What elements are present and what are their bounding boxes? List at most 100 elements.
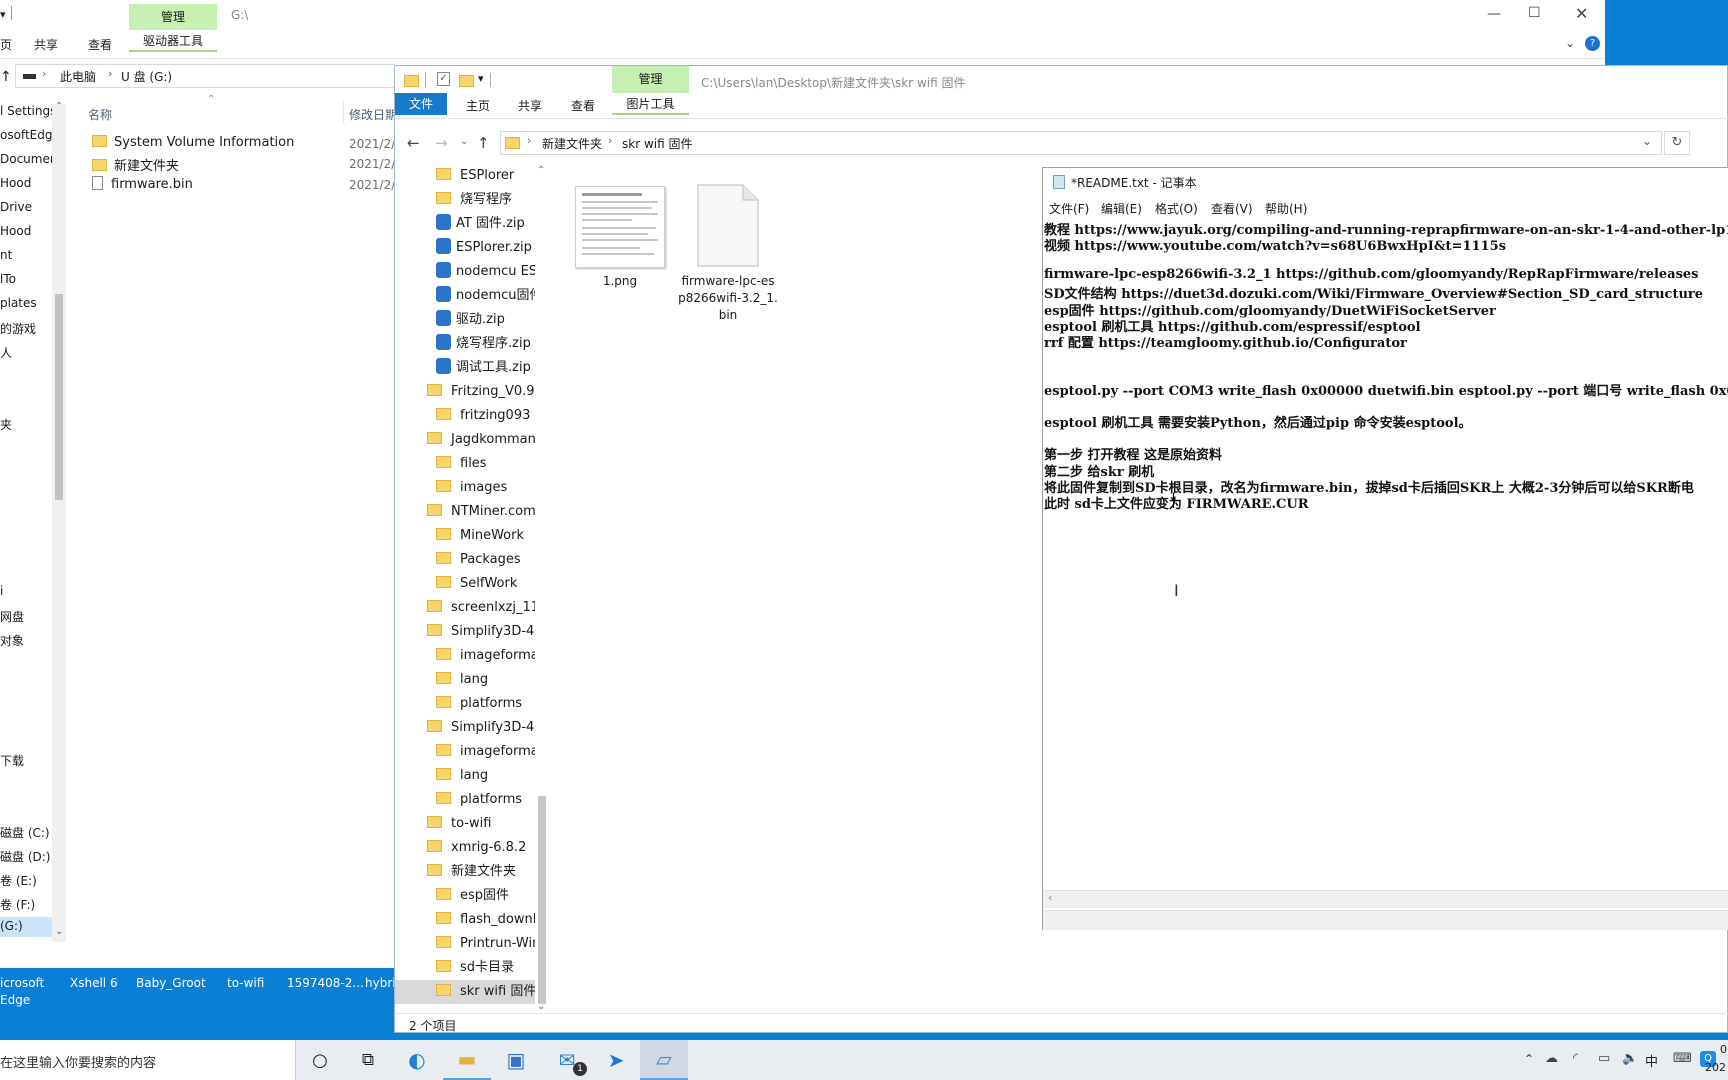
tree-item[interactable]: xmrig-6.8.2 <box>395 836 535 860</box>
menu-file[interactable]: 文件(F) <box>1049 200 1089 217</box>
help-icon[interactable]: ? <box>1585 36 1600 51</box>
image-thumbnail[interactable] <box>575 186 665 268</box>
tab-view[interactable]: 查看 <box>571 97 595 114</box>
tree-scrollbar[interactable]: ⌃ ⌄ <box>535 165 549 1013</box>
tree-item[interactable]: lang <box>395 668 535 692</box>
desktop-icon-label[interactable]: hybri <box>365 976 395 990</box>
sidebar-item[interactable]: 磁盘 (D:) <box>0 848 50 868</box>
sidebar-item[interactable]: lTo <box>0 272 16 292</box>
notepad-taskbar-icon[interactable]: ▱ <box>640 1040 688 1080</box>
scrollbar-thumb[interactable] <box>538 796 546 1004</box>
address-bar-front[interactable]: › 新建文件夹 › skr wifi 固件 ⌄ <box>500 131 1662 155</box>
scroll-down-icon[interactable]: ⌄ <box>55 926 63 937</box>
menu-format[interactable]: 格式(O) <box>1155 200 1198 217</box>
tree-item[interactable]: 烧写程序.zip <box>395 332 535 366</box>
up-arrow-icon[interactable]: ↑ <box>477 134 490 152</box>
mail-icon[interactable]: ✉ 1 <box>543 1040 591 1080</box>
sidebar-item[interactable]: plates <box>0 296 37 316</box>
tree-item[interactable]: 烧写程序 <box>395 188 535 212</box>
task-view-icon[interactable]: ⧉ <box>344 1040 392 1080</box>
tab-home-back[interactable]: 页 <box>0 36 12 53</box>
sidebar-item[interactable]: 卷 (F:) <box>0 896 35 916</box>
sidebar-item[interactable]: 卷 (E:) <box>0 872 37 892</box>
customize-chevron-icon[interactable]: ▾ <box>478 72 484 85</box>
tree-item[interactable]: platforms <box>395 692 535 716</box>
tree-item[interactable]: nodemcu固件 <box>395 284 535 318</box>
sidebar-item[interactable]: 下载 <box>0 752 24 772</box>
address-bar-back[interactable]: › 此电脑 › U 盘 (G:) <box>15 64 395 88</box>
sidebar-item[interactable]: 的游戏 <box>0 320 36 340</box>
menu-help[interactable]: 帮助(H) <box>1265 200 1307 217</box>
sidebar-item[interactable]: osoftEdg <box>0 128 52 148</box>
tray-chevron-up-icon[interactable]: ⌃ <box>1524 1052 1534 1066</box>
ribbon-collapse-icon[interactable]: ⌄ <box>1565 36 1575 50</box>
quick-access-chevron-icon[interactable]: ▾ <box>0 8 6 21</box>
sidebar-item-selected[interactable]: (G:) <box>0 917 52 937</box>
tree-item[interactable]: AT 固件.zip <box>395 212 535 246</box>
sidebar-item[interactable]: Hood <box>0 176 31 196</box>
breadcrumb-item[interactable]: skr wifi 固件 <box>622 135 692 152</box>
file-row[interactable]: firmware.bin <box>92 176 193 196</box>
tree-item[interactable]: ESPlorer <box>395 164 535 188</box>
battery-icon[interactable]: ▭ <box>1598 1051 1610 1066</box>
tree-item[interactable]: Fritzing_V0.9.3_ <box>395 380 535 404</box>
manage-tab-back[interactable]: 管理 <box>129 4 217 30</box>
sidebar-item[interactable]: 夹 <box>0 416 12 436</box>
clock-time[interactable]: 0 <box>1720 1043 1728 1056</box>
keyboard-icon[interactable]: ⌨ <box>1673 1051 1692 1066</box>
tree-item[interactable]: nodemcu ESP <box>395 260 535 294</box>
tree-item[interactable]: Printrun-Win- <box>395 932 535 956</box>
tab-share[interactable]: 共享 <box>518 97 542 114</box>
tree-item[interactable]: flash_downloa <box>395 908 535 932</box>
address-dropdown-icon[interactable]: ⌄ <box>1642 134 1652 148</box>
tree-item[interactable]: screenlxzj_1140 <box>395 596 535 620</box>
forward-arrow-icon[interactable]: → <box>435 134 448 152</box>
tab-picture-tools[interactable]: 图片工具 <box>612 93 689 115</box>
column-header-modified[interactable]: 修改日期 <box>349 106 395 123</box>
tree-item[interactable]: lang <box>395 764 535 788</box>
sidebar-item[interactable]: 对象 <box>0 632 24 652</box>
tree-item[interactable]: ESPlorer.zip <box>395 236 535 270</box>
tree-item[interactable]: sd卡目录 <box>395 956 535 980</box>
tree-item[interactable]: platforms <box>395 788 535 812</box>
tab-file[interactable]: 文件 <box>395 93 447 115</box>
desktop-icon-label[interactable]: Baby_Groot <box>136 976 206 990</box>
file-row[interactable]: 新建文件夹 <box>92 155 179 175</box>
scroll-up-icon[interactable]: ⌃ <box>537 165 545 176</box>
recent-chevron-icon[interactable]: ⌄ <box>460 136 468 147</box>
maximize-icon[interactable]: ☐ <box>1528 5 1541 21</box>
manage-tab-front[interactable]: 管理 <box>612 66 689 93</box>
tree-item[interactable]: esp固件 <box>395 884 535 908</box>
scrollbar-thumb[interactable] <box>55 294 63 500</box>
sidebar-item[interactable]: Hood <box>0 224 31 244</box>
volume-muted-icon[interactable]: 🔈 <box>1622 1051 1638 1066</box>
properties-icon[interactable]: ✓ <box>437 72 450 86</box>
tree-item[interactable]: imageformats <box>395 644 535 668</box>
generic-file-icon[interactable] <box>697 184 759 267</box>
breadcrumb-this-pc[interactable]: 此电脑 <box>60 68 96 85</box>
drive-tools-tab[interactable]: 驱动器工具 <box>129 30 217 52</box>
tree-item[interactable]: fritzing093 <box>395 404 535 428</box>
sidebar-item[interactable]: 磁盘 (C:) <box>0 824 50 844</box>
sidebar-scrollbar[interactable]: ⌃ ⌄ <box>52 101 66 942</box>
sidebar-item[interactable]: nt <box>0 248 12 268</box>
breadcrumb-drive[interactable]: U 盘 (G:) <box>121 68 172 85</box>
minimize-icon[interactable]: — <box>1487 6 1501 22</box>
up-arrow-icon[interactable]: ↑ <box>0 69 12 85</box>
file-explorer-icon[interactable]: ▬ <box>443 1040 491 1080</box>
sidebar-item[interactable]: 人 <box>0 344 12 364</box>
sidebar-item[interactable]: Drive <box>0 200 32 220</box>
ime-indicator[interactable]: 中 <box>1645 1051 1658 1070</box>
tree-item[interactable]: Simplify3D-4.0. <box>395 716 535 740</box>
tree-item[interactable]: Jagdkommand <box>395 428 535 452</box>
refresh-icon[interactable]: ↻ <box>1664 131 1690 155</box>
scroll-left-icon[interactable]: ‹ <box>1048 891 1052 904</box>
clock-date[interactable]: 202 <box>1705 1061 1728 1074</box>
new-folder-icon[interactable] <box>459 75 474 87</box>
tab-view-back[interactable]: 查看 <box>88 36 112 53</box>
menu-view[interactable]: 查看(V) <box>1211 200 1253 217</box>
tree-item[interactable]: MineWork <box>395 524 535 548</box>
notepad-text-area[interactable]: 教程 https://www.jayuk.org/compiling-and-r… <box>1043 216 1728 904</box>
feishu-icon[interactable]: ➤ <box>592 1040 640 1080</box>
horizontal-scrollbar[interactable]: ‹ <box>1043 890 1728 908</box>
